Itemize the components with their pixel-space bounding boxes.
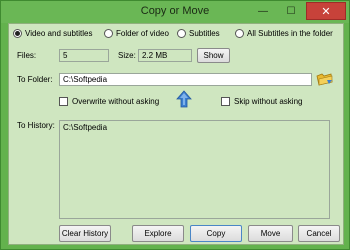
size-label: Size: xyxy=(118,51,136,60)
overwrite-checkbox[interactable]: Overwrite without asking xyxy=(59,97,159,106)
copy-button[interactable]: Copy xyxy=(190,225,242,242)
window-controls: — ☐ ✕ xyxy=(248,2,346,20)
to-history-label: To History: xyxy=(17,121,55,130)
cancel-button[interactable]: Cancel xyxy=(298,225,340,242)
radio-all-subtitles-in-folder[interactable]: All Subtitles in the folder xyxy=(235,29,333,38)
to-folder-input[interactable]: C:\Softpedia xyxy=(59,73,312,86)
minimize-button[interactable]: — xyxy=(250,2,276,20)
checkbox-box xyxy=(59,97,68,106)
radio-label: Video and subtitles xyxy=(25,29,93,38)
dialog-content: Video and subtitles Folder of video Subt… xyxy=(8,23,344,245)
checkbox-label: Skip without asking xyxy=(234,97,303,106)
radio-indicator xyxy=(235,29,244,38)
radio-label: Subtitles xyxy=(189,29,220,38)
size-field: 2.2 MB xyxy=(138,49,192,62)
history-item[interactable]: C:\Softpedia xyxy=(63,123,326,132)
history-list[interactable]: C:\Softpedia xyxy=(59,120,330,219)
radio-label: Folder of video xyxy=(116,29,169,38)
clear-history-button[interactable]: Clear History xyxy=(59,225,111,242)
radio-subtitles[interactable]: Subtitles xyxy=(177,29,220,38)
files-count-field: 5 xyxy=(59,49,109,62)
explore-button[interactable]: Explore xyxy=(132,225,184,242)
folder-browse-icon[interactable] xyxy=(316,71,334,87)
show-button[interactable]: Show xyxy=(197,48,230,63)
radio-indicator xyxy=(104,29,113,38)
radio-label: All Subtitles in the folder xyxy=(247,29,333,38)
checkbox-box xyxy=(221,97,230,106)
checkbox-label: Overwrite without asking xyxy=(72,97,160,106)
files-label: Files: xyxy=(17,51,37,60)
radio-indicator xyxy=(13,29,22,38)
app-window: Copy or Move — ☐ ✕ Video and subtitles F… xyxy=(0,0,350,250)
up-arrow-icon xyxy=(176,90,192,108)
skip-checkbox[interactable]: Skip without asking xyxy=(221,97,302,106)
to-folder-label: To Folder: xyxy=(17,75,53,84)
radio-folder-of-video[interactable]: Folder of video xyxy=(104,29,169,38)
close-button[interactable]: ✕ xyxy=(306,2,346,20)
move-button[interactable]: Move xyxy=(248,225,293,242)
maximize-button[interactable]: ☐ xyxy=(278,2,304,20)
radio-video-and-subtitles[interactable]: Video and subtitles xyxy=(13,29,92,38)
title-bar[interactable]: Copy or Move — ☐ ✕ xyxy=(1,1,349,23)
radio-indicator xyxy=(177,29,186,38)
